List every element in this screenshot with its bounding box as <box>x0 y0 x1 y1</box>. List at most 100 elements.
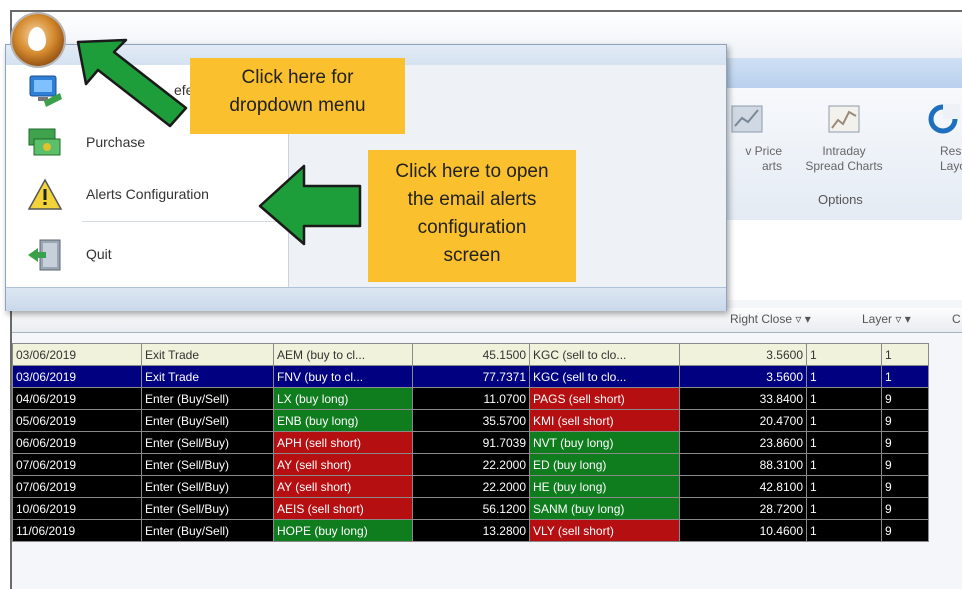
app-menu-orb-button[interactable] <box>12 14 64 66</box>
cell-left-close[interactable]: 13.2800 <box>412 519 530 542</box>
cell-right-close[interactable]: 42.8100 <box>679 475 807 498</box>
table-row[interactable]: 10/06/2019 Enter (Sell/Buy) AEIS (sell sho… <box>12 497 929 520</box>
reset-layout-label: Res Layo <box>940 144 962 174</box>
cell-right-symbol[interactable]: KMI (sell short) <box>529 409 680 432</box>
cell-layer[interactable]: 1 <box>806 409 882 432</box>
cell-type[interactable]: Exit Trade <box>141 365 274 388</box>
preferences-icon <box>29 75 62 107</box>
cell-type[interactable]: Enter (Sell/Buy) <box>141 497 274 520</box>
cell-right-close[interactable]: 88.3100 <box>679 453 807 476</box>
cell-right-symbol[interactable]: HE (buy long) <box>529 475 680 498</box>
cell-left-close[interactable]: 11.0700 <box>412 387 530 410</box>
cell-layer[interactable]: 1 <box>806 431 882 454</box>
cell-extra[interactable]: 9 <box>881 497 929 520</box>
chevron-down-icon[interactable]: ▾ <box>905 312 911 326</box>
cell-extra[interactable]: 9 <box>881 453 929 476</box>
cell-left-symbol[interactable]: HOPE (buy long) <box>273 519 413 542</box>
cell-type[interactable]: Enter (Buy/Sell) <box>141 519 274 542</box>
cell-right-close[interactable]: 23.8600 <box>679 431 807 454</box>
cell-type[interactable]: Enter (Buy/Sell) <box>141 387 274 410</box>
price-charts-button[interactable]: v Price arts <box>720 102 790 182</box>
cell-date[interactable]: 06/06/2019 <box>12 431 142 454</box>
cell-right-symbol[interactable]: KGC (sell to clo... <box>529 365 680 388</box>
cell-left-close[interactable]: 35.5700 <box>412 409 530 432</box>
menu-item-quit[interactable]: Quit <box>6 229 288 281</box>
cell-right-symbol[interactable]: SANM (buy long) <box>529 497 680 520</box>
table-row[interactable]: 03/06/2019 Exit Trade AEM (buy to cl... 45.… <box>12 343 929 366</box>
cell-extra[interactable]: 9 <box>881 519 929 542</box>
cell-left-symbol[interactable]: APH (sell short) <box>273 431 413 454</box>
cell-extra[interactable]: 9 <box>881 475 929 498</box>
table-row[interactable]: 03/06/2019 Exit Trade FNV (buy to cl... 77.… <box>12 365 929 388</box>
column-header-layer[interactable]: Layer ▿ ▾ <box>862 312 911 326</box>
cell-date[interactable]: 07/06/2019 <box>12 453 142 476</box>
cell-right-symbol[interactable]: PAGS (sell short) <box>529 387 680 410</box>
reset-layout-button[interactable]: Res Layo <box>912 102 962 182</box>
cell-left-close[interactable]: 22.2000 <box>412 475 530 498</box>
intraday-spread-charts-button[interactable]: Intraday Spread Charts <box>794 102 894 182</box>
cell-left-symbol[interactable]: LX (buy long) <box>273 387 413 410</box>
cell-right-close[interactable]: 33.8400 <box>679 387 807 410</box>
cell-left-close[interactable]: 77.7371 <box>412 365 530 388</box>
cell-left-symbol[interactable]: FNV (buy to cl... <box>273 365 413 388</box>
column-header-right-close[interactable]: Right Close ▿ ▾ <box>730 312 811 326</box>
cell-right-close[interactable]: 3.5600 <box>679 365 807 388</box>
cell-left-symbol[interactable]: AY (sell short) <box>273 453 413 476</box>
cell-type[interactable]: Enter (Sell/Buy) <box>141 475 274 498</box>
cell-extra[interactable]: 1 <box>881 365 929 388</box>
column-header-extra[interactable]: C <box>952 312 961 326</box>
cell-date[interactable]: 03/06/2019 <box>12 365 142 388</box>
filter-icon[interactable]: ▿ <box>795 312 801 326</box>
cell-date[interactable]: 07/06/2019 <box>12 475 142 498</box>
cell-extra[interactable]: 9 <box>881 431 929 454</box>
cell-layer[interactable]: 1 <box>806 343 882 366</box>
cell-left-close[interactable]: 91.7039 <box>412 431 530 454</box>
callout-alerts-line3: configuration <box>417 217 527 238</box>
cell-layer[interactable]: 1 <box>806 475 882 498</box>
cell-left-symbol[interactable]: AEIS (sell short) <box>273 497 413 520</box>
price-charts-label-line2: arts <box>761 159 782 173</box>
cell-right-close[interactable]: 3.5600 <box>679 343 807 366</box>
cell-left-close[interactable]: 56.1200 <box>412 497 530 520</box>
cell-extra[interactable]: 9 <box>881 409 929 432</box>
cell-date[interactable]: 03/06/2019 <box>12 343 142 366</box>
cell-right-symbol[interactable]: VLY (sell short) <box>529 519 680 542</box>
menu-item-alerts-configuration[interactable]: Alerts Configuration <box>6 169 288 221</box>
cell-type[interactable]: Exit Trade <box>141 343 274 366</box>
cell-extra[interactable]: 1 <box>881 343 929 366</box>
cell-right-close[interactable]: 28.7200 <box>679 497 807 520</box>
cell-right-close[interactable]: 20.4700 <box>679 409 807 432</box>
cell-right-close[interactable]: 10.4600 <box>679 519 807 542</box>
cell-right-symbol[interactable]: ED (buy long) <box>529 453 680 476</box>
table-row[interactable]: 11/06/2019 Enter (Buy/Sell) HOPE (buy long… <box>12 519 929 542</box>
cell-type[interactable]: Enter (Sell/Buy) <box>141 431 274 454</box>
table-row[interactable]: 07/06/2019 Enter (Sell/Buy) AY (sell short… <box>12 475 929 498</box>
cell-date[interactable]: 04/06/2019 <box>12 387 142 410</box>
table-row[interactable]: 05/06/2019 Enter (Buy/Sell) ENB (buy long)… <box>12 409 929 432</box>
cell-date[interactable]: 10/06/2019 <box>12 497 142 520</box>
cell-layer[interactable]: 1 <box>806 365 882 388</box>
cell-layer[interactable]: 1 <box>806 387 882 410</box>
cell-right-symbol[interactable]: KGC (sell to clo... <box>529 343 680 366</box>
cell-left-symbol[interactable]: ENB (buy long) <box>273 409 413 432</box>
cell-date[interactable]: 05/06/2019 <box>12 409 142 432</box>
filter-icon[interactable]: ▿ <box>895 312 901 326</box>
menu-separator <box>82 221 282 222</box>
cell-layer[interactable]: 1 <box>806 519 882 542</box>
table-row[interactable]: 07/06/2019 Enter (Sell/Buy) AY (sell short… <box>12 453 929 476</box>
table-row[interactable]: 06/06/2019 Enter (Sell/Buy) APH (sell shor… <box>12 431 929 454</box>
cell-right-symbol[interactable]: NVT (buy long) <box>529 431 680 454</box>
options-group-label: Options <box>818 192 863 207</box>
cell-layer[interactable]: 1 <box>806 453 882 476</box>
chevron-down-icon[interactable]: ▾ <box>805 312 811 326</box>
cell-extra[interactable]: 9 <box>881 387 929 410</box>
cell-layer[interactable]: 1 <box>806 497 882 520</box>
cell-date[interactable]: 11/06/2019 <box>12 519 142 542</box>
cell-type[interactable]: Enter (Buy/Sell) <box>141 409 274 432</box>
cell-left-close[interactable]: 45.1500 <box>412 343 530 366</box>
cell-type[interactable]: Enter (Sell/Buy) <box>141 453 274 476</box>
table-row[interactable]: 04/06/2019 Enter (Buy/Sell) LX (buy long) 1… <box>12 387 929 410</box>
cell-left-symbol[interactable]: AY (sell short) <box>273 475 413 498</box>
cell-left-close[interactable]: 22.2000 <box>412 453 530 476</box>
cell-left-symbol[interactable]: AEM (buy to cl... <box>273 343 413 366</box>
